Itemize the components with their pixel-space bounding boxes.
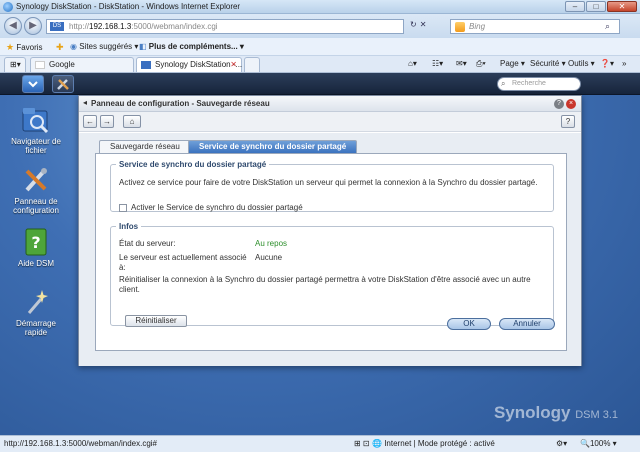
new-tab-button[interactable] [244,57,260,72]
address-tools[interactable]: ↻✕ [410,20,429,29]
favorites-button[interactable]: ★ Favoris [6,42,43,53]
search-box[interactable]: Bing ⌕ [450,19,620,34]
tools-menu[interactable]: Outils ▾ [568,59,595,68]
site-favicon-icon: DS [50,22,64,31]
synology-brand-logo: Synology DSM 3.1 [493,403,618,422]
bing-icon [455,22,465,32]
close-window-button[interactable]: ✕ [607,1,637,12]
window-title: Panneau de configuration - Sauvegarde ré… [91,99,270,108]
forward-arrow-button[interactable]: → [100,115,114,128]
tab-synology[interactable]: Synology DiskStation -... ✕ [136,57,242,72]
feeds-icon[interactable]: ☷▾ [432,59,443,68]
dsm-main-menu-button[interactable] [22,75,44,93]
page-menu[interactable]: Page ▾ [500,59,525,68]
desktop-icon-file-browser[interactable]: Navigateur de fichier [6,105,66,155]
window-menu-icon: ◂ [83,98,88,107]
window-body: Sauvegarde réseau Service de synchro du … [79,133,581,366]
address-url: http://192.168.1.3:5000/webman/index.cgi [69,22,218,31]
maximize-button[interactable]: □ [586,1,606,12]
dsm-search-icon: ⌕ [501,79,506,88]
status-icons: ⊞ ⊡ [354,439,370,448]
enable-service-checkbox[interactable] [119,204,127,212]
infos-legend: Infos [119,222,139,231]
window-toolbar: ← → ⌂ ? [79,112,581,132]
mail-icon[interactable]: ✉▾ [456,59,467,68]
tab-panel: Service de synchro du dossier partagé Ac… [95,153,567,351]
forward-button[interactable]: ▶ [24,17,42,35]
browser-title: Synology DiskStation - DiskStation - Win… [16,2,241,11]
protected-mode-icon[interactable]: ⚙▾ [556,439,567,448]
window-help-icon[interactable]: ? [554,99,564,109]
zoom-icon: 🔍 [580,439,590,448]
desktop-icon-control-panel[interactable]: Panneau de configuration [6,165,66,215]
reset-button[interactable]: Réinitialiser [125,315,187,327]
stop-icon[interactable]: ✕ [420,20,430,29]
minimize-button[interactable]: – [565,1,585,12]
print-icon[interactable]: ⎙▾ [476,59,486,69]
desktop-icon-quick-start[interactable]: Démarrage rapide [6,287,66,337]
help-menu-icon[interactable]: ❓▾ [600,59,614,68]
search-placeholder: Bing [469,22,486,31]
more-addons-link[interactable]: ◧ Plus de compléments... ▾ [139,42,244,51]
server-state-value: Au repos [255,239,288,248]
quick-tabs-button[interactable]: ⊞▾ [4,57,26,72]
tab-network-backup[interactable]: Sauvegarde réseau [99,140,191,153]
back-button[interactable]: ◀ [4,17,22,35]
window-titlebar[interactable]: ◂ Panneau de configuration - Sauvegarde … [79,96,581,112]
globe-icon: 🌐 [372,439,382,448]
dsm-desktop: ⌕ Recherche Navigateur de fichier Pannea… [0,73,640,435]
help-icon: ? [21,227,51,257]
dsm-taskbar: ⌕ Recherche [0,73,640,95]
cancel-button[interactable]: Annuler [499,318,555,330]
internet-zone-status[interactable]: 🌐 Internet | Mode protégé : activé [372,439,495,448]
address-field[interactable]: DS http://192.168.1.3:5000/webman/index.… [46,19,404,34]
browser-statusbar: http://192.168.1.3:5000/webman/index.cgi… [0,435,640,452]
desktop-icon-dsm-help[interactable]: ? Aide DSM [6,227,66,268]
enable-service-label[interactable]: Activer le Service de synchro du dossier… [131,203,303,213]
ok-button[interactable]: OK [447,318,491,330]
search-icon[interactable]: ⌕ [605,21,617,32]
infos-fieldset: Infos État du serveur: Au repos Le serve… [110,222,554,327]
server-state-label: État du serveur: [119,239,176,248]
back-arrow-button[interactable]: ← [83,115,97,128]
browser-tabbar: ⊞▾ Google Synology DiskStation -... ✕ ⌂▾… [0,56,640,73]
svg-text:?: ? [31,233,40,252]
refresh-icon[interactable]: ↻ [410,20,420,29]
control-panel-taskbar-button[interactable] [52,75,74,93]
tab-google[interactable]: Google [30,57,134,72]
service-fieldset: Service de synchro du dossier partagé Ac… [110,160,554,212]
home-icon[interactable]: ⌂▾ [408,59,417,68]
favorites-star-icon: ★ [6,42,15,52]
associated-label: Le serveur est actuellement associé à: [119,253,247,272]
dsm-search-input[interactable]: ⌕ Recherche [497,77,581,91]
favorites-bar: ★ Favoris ✚ ◉ Sites suggérés ▾ ◧ Plus de… [0,38,640,56]
window-close-icon[interactable]: × [566,99,576,109]
associated-value: Aucune [255,253,283,262]
synology-favicon-icon [141,61,151,69]
service-description: Activez ce service pour faire de votre D… [119,178,538,187]
address-bar-row: ◀ ▶ DS http://192.168.1.3:5000/webman/in… [0,14,640,38]
browser-titlebar: Synology DiskStation - DiskStation - Win… [0,0,640,14]
google-favicon-icon [35,61,45,69]
magic-wand-icon [21,287,51,317]
tab-shared-folder-sync[interactable]: Service de synchro du dossier partagé [188,140,358,153]
control-panel-icon [21,165,51,195]
more-icon[interactable]: » [622,59,626,68]
zoom-level[interactable]: 🔍100% ▾ [580,439,617,448]
home-button[interactable]: ⌂ [123,115,141,128]
security-menu[interactable]: Sécurité ▾ [530,59,566,68]
status-url: http://192.168.1.3:5000/webman/index.cgi… [4,439,157,448]
suggested-sites-link[interactable]: ◉ Sites suggérés ▾ [70,42,138,51]
file-browser-icon [21,105,51,135]
ie-logo-icon [3,2,13,12]
window-controls: – □ ✕ [565,1,637,12]
toolbar-help-button[interactable]: ? [561,115,575,128]
service-legend: Service de synchro du dossier partagé [119,160,267,169]
close-tab-icon[interactable]: ✕ [230,58,237,72]
control-panel-window: ◂ Panneau de configuration - Sauvegarde … [78,95,582,366]
add-favorites-icon[interactable]: ✚ [56,42,64,53]
reset-note: Réinitialiser la connexion à la Synchro … [119,275,531,294]
